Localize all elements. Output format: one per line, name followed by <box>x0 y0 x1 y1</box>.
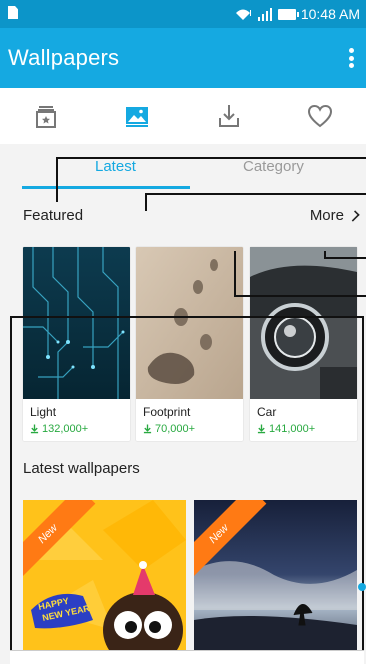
chevron-right-icon <box>348 209 360 222</box>
wallpaper-thumbnail <box>250 247 357 399</box>
more-link[interactable]: More <box>309 207 360 224</box>
featured-card-footprint[interactable]: Footprint 70,000+ <box>136 247 243 441</box>
gallery-tab[interactable] <box>92 88 184 144</box>
favorites-tab[interactable] <box>275 88 366 144</box>
download-count-value: 70,000+ <box>155 423 196 435</box>
download-count-value: 141,000+ <box>269 423 316 435</box>
signal-icon <box>257 8 272 21</box>
favorite-heart-icon <box>308 104 333 128</box>
tab-indicator <box>22 186 190 189</box>
more-label: More <box>309 207 344 224</box>
download-count-icon <box>257 424 266 434</box>
local-album-tab[interactable] <box>0 88 92 144</box>
dot-icon <box>348 48 354 53</box>
status-icons: 10:48 AM <box>234 6 360 22</box>
download-count-value: 132,000+ <box>42 423 89 435</box>
content-tabs: Latest Category <box>0 144 366 194</box>
gallery-icon <box>126 107 149 127</box>
tab-latest[interactable]: Latest <box>95 158 136 175</box>
latest-wallpaper-item[interactable]: HAPPY NEW YEAR New <box>23 500 186 664</box>
tab-category[interactable]: Category <box>243 158 304 175</box>
status-bar: 10:48 AM <box>0 0 366 28</box>
featured-card-light[interactable]: Light 132,000+ <box>23 247 130 441</box>
download-count: 70,000+ <box>143 423 195 435</box>
dot-icon <box>348 55 354 61</box>
download-tab[interactable] <box>183 88 275 144</box>
download-count: 132,000+ <box>30 423 88 435</box>
app-title: Wallpapers <box>8 45 120 70</box>
download-count: 141,000+ <box>257 423 315 435</box>
download-count-icon <box>30 424 39 434</box>
card-name: Car <box>257 405 277 419</box>
dot-icon <box>348 63 354 68</box>
card-name: Light <box>30 405 57 419</box>
download-icon <box>218 105 239 127</box>
sim-card-icon <box>8 6 18 19</box>
local-album-icon <box>35 106 56 128</box>
wifi-icon <box>235 9 251 20</box>
status-time: 10:48 AM <box>300 6 360 22</box>
card-name: Footprint <box>143 405 191 419</box>
latest-wallpapers-heading: Latest wallpapers <box>23 460 140 477</box>
content-area: Featured More Light 132,000+ Footprint 7… <box>0 194 366 664</box>
wallpaper-thumbnail <box>136 247 243 399</box>
featured-card-car[interactable]: Car 141,000+ <box>250 247 357 441</box>
battery-icon <box>277 8 299 20</box>
wallpaper-thumbnail <box>23 247 130 399</box>
section-icon-bar <box>0 88 366 144</box>
download-count-icon <box>143 424 152 434</box>
latest-wallpaper-item[interactable]: New <box>194 500 357 664</box>
app-bar: Wallpapers <box>0 28 366 88</box>
overflow-menu-button[interactable] <box>348 48 354 68</box>
featured-heading: Featured <box>23 207 84 224</box>
